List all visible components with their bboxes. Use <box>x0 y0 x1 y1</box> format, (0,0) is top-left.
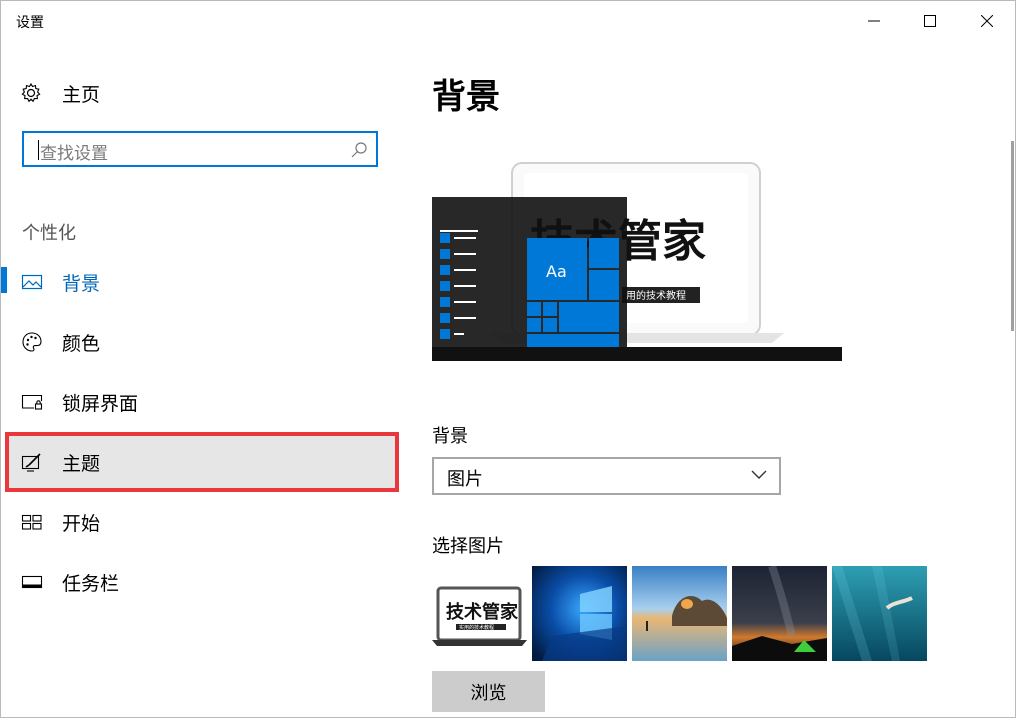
background-preview: 技术管家 用的技术教程 <box>432 161 842 361</box>
page-title: 背景 <box>432 77 500 117</box>
thumbnail-technical-butler[interactable]: 技术管家 实用的技术教程 <box>432 566 527 661</box>
sidebar-item-taskbar[interactable]: 任务栏 <box>1 557 401 607</box>
sidebar-item-label: 锁屏界面 <box>62 393 139 415</box>
palette-icon <box>22 332 42 352</box>
background-label: 背景 <box>432 426 468 447</box>
theme-brush-icon <box>21 453 41 472</box>
close-button[interactable] <box>958 1 1015 41</box>
close-icon <box>980 15 993 27</box>
search-input[interactable]: 查找设置 <box>22 131 378 167</box>
sidebar-item-background[interactable]: 背景 <box>1 257 401 307</box>
sidebar-item-themes[interactable]: 主题 <box>1 437 401 487</box>
start-grid-icon <box>21 514 42 530</box>
thumbnail-beach[interactable] <box>632 566 727 661</box>
tile-text: Aa <box>546 262 567 281</box>
sidebar-item-lock-screen[interactable]: 锁屏界面 <box>1 377 401 427</box>
background-type-dropdown[interactable]: 图片 <box>432 457 781 495</box>
search-placeholder: 查找设置 <box>40 144 108 164</box>
gear-icon <box>21 82 41 103</box>
sidebar-item-label: 任务栏 <box>62 573 120 595</box>
sidebar-item-label: 背景 <box>62 273 101 295</box>
minimize-button[interactable] <box>845 1 902 41</box>
thumbnail-night-sky[interactable] <box>732 566 827 661</box>
maximize-button[interactable] <box>901 1 958 41</box>
thumbnail-caption: 实用的技术教程 <box>459 624 494 631</box>
settings-window: 设置 主页 查找设置 个性化 背景 颜色 锁屏界面 主题 开始 任务栏 背景 用… <box>0 0 1016 718</box>
choose-picture-label: 选择图片 <box>432 536 504 557</box>
sidebar-item-start[interactable]: 开始 <box>1 497 401 547</box>
browse-button[interactable]: 浏览 <box>432 671 545 712</box>
nav-home[interactable]: 主页 <box>1 71 401 113</box>
wallpaper-subtext: 用的技术教程 <box>626 289 686 302</box>
scrollbar[interactable] <box>1011 141 1014 331</box>
lock-screen-icon <box>21 394 43 410</box>
taskbar-icon <box>21 575 43 589</box>
minimize-icon <box>867 20 880 22</box>
section-title: 个性化 <box>22 223 76 244</box>
window-title: 设置 <box>16 15 44 31</box>
sidebar-item-label: 颜色 <box>62 333 101 355</box>
dropdown-value: 图片 <box>447 469 483 490</box>
nav-home-label: 主页 <box>62 84 101 106</box>
thumbnail-text: 技术管家 <box>446 601 519 623</box>
picture-icon <box>21 274 43 290</box>
text-caret <box>38 140 39 160</box>
search-icon <box>351 142 367 158</box>
thumbnail-underwater[interactable] <box>832 566 927 661</box>
thumbnail-windows[interactable] <box>532 566 627 661</box>
sidebar-item-label: 主题 <box>62 453 101 475</box>
preview-illustration: 技术管家 用的技术教程 <box>432 162 842 361</box>
title-bar: 设置 <box>1 1 1015 41</box>
chevron-down-icon <box>751 470 767 479</box>
sidebar-item-colors[interactable]: 颜色 <box>1 317 401 367</box>
sidebar-item-label: 开始 <box>62 513 101 535</box>
maximize-icon <box>923 15 936 27</box>
